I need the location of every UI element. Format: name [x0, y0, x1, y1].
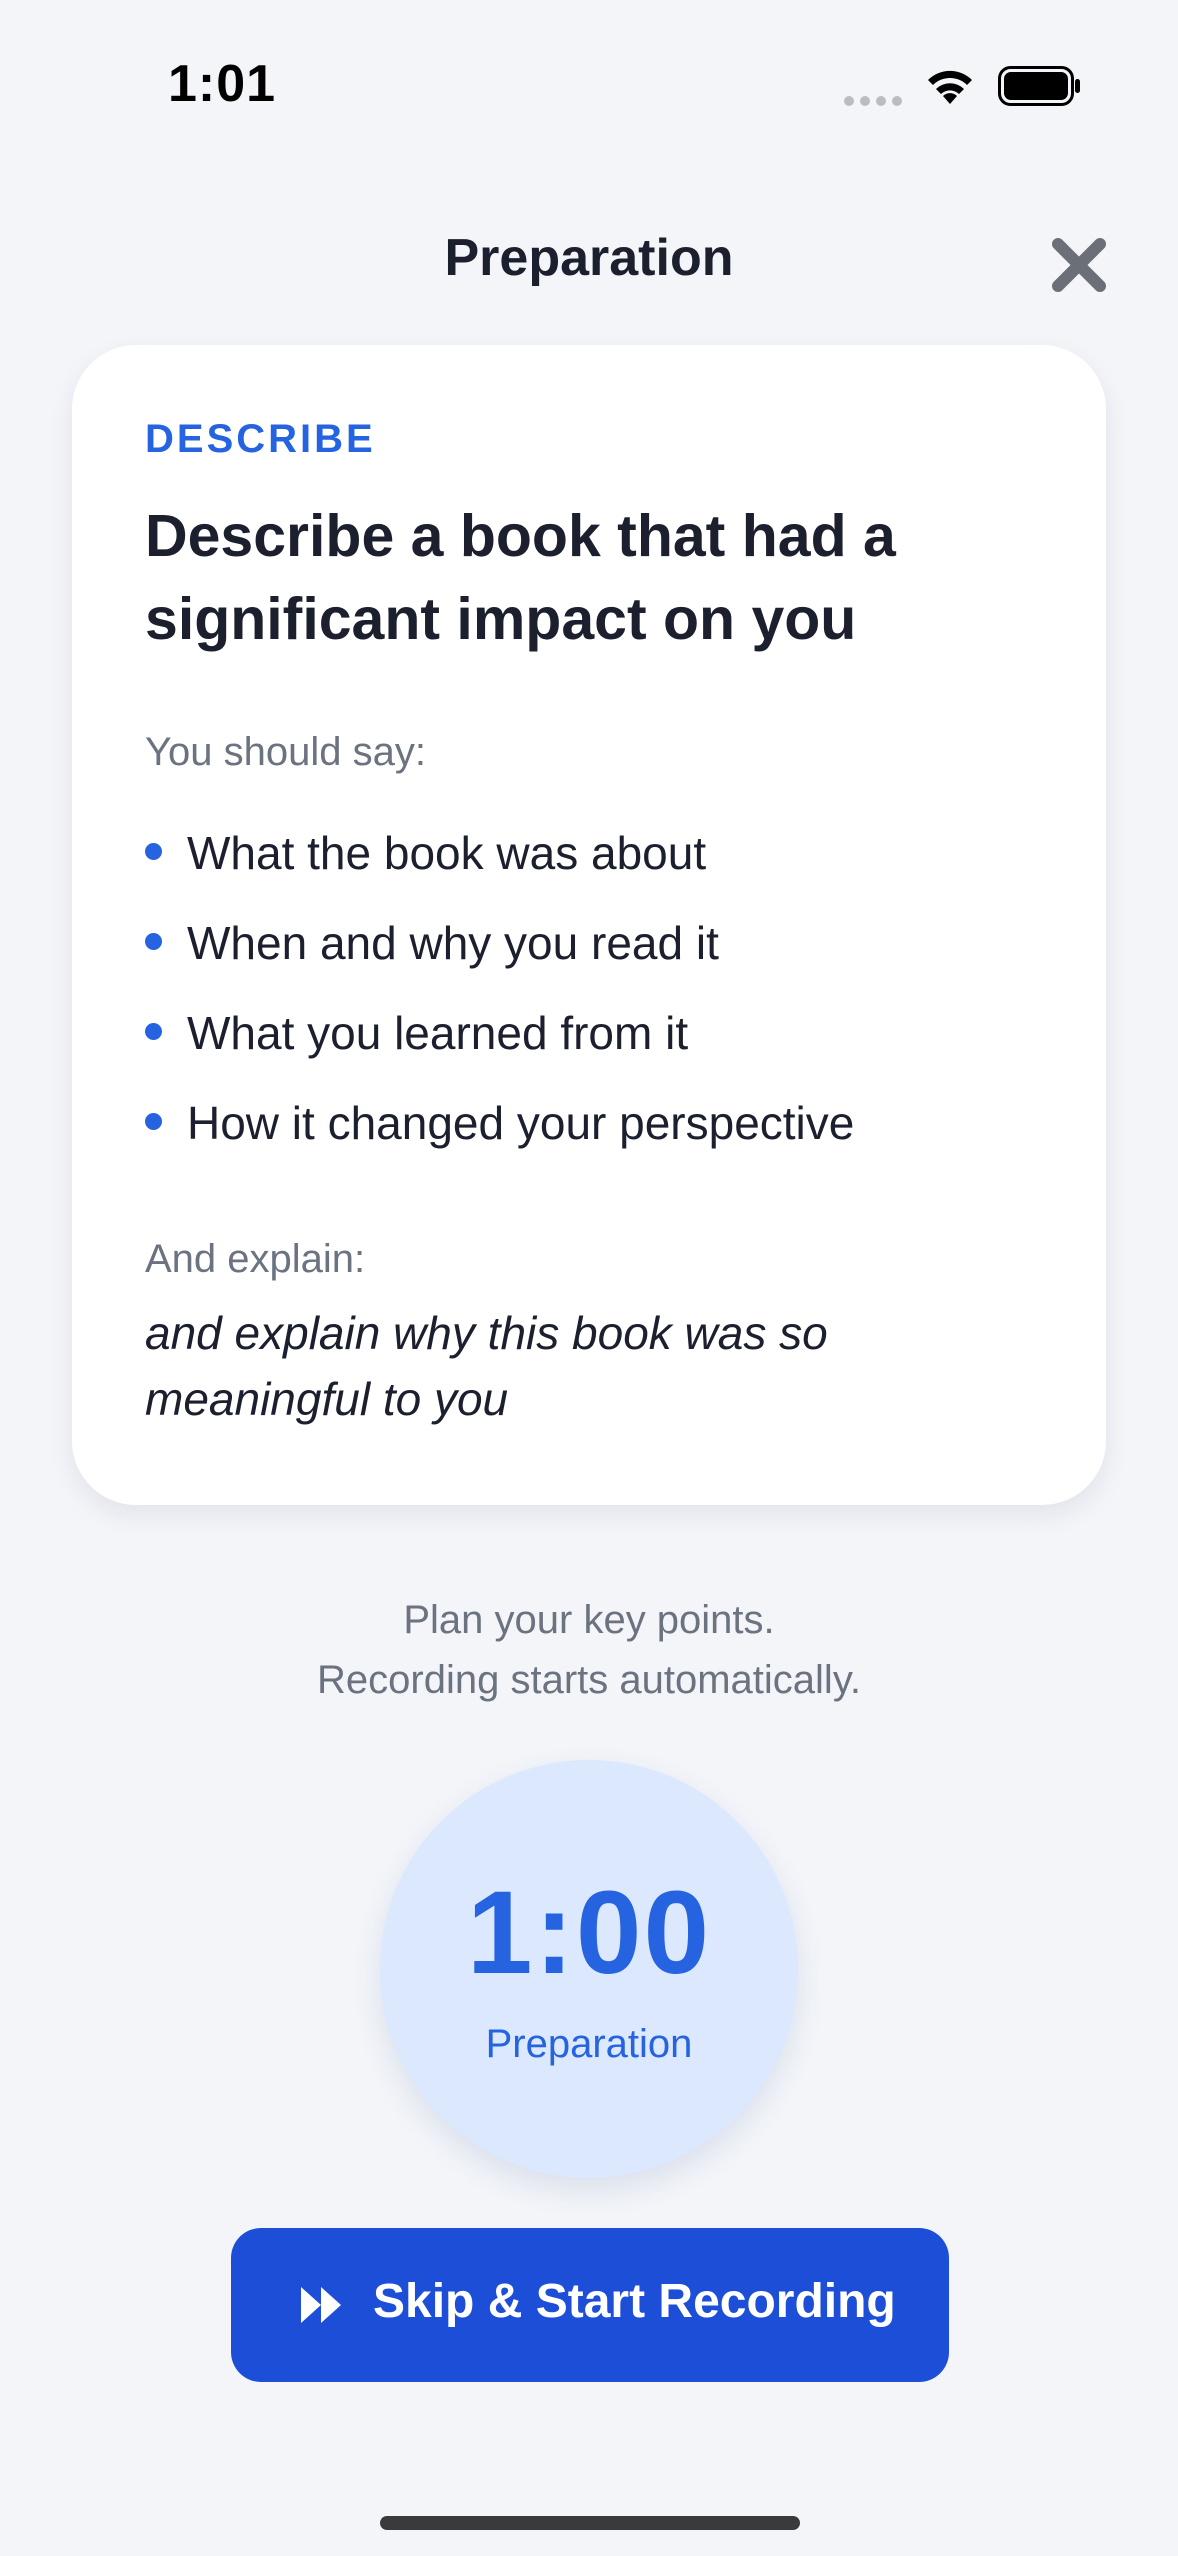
timer-value: 1:00	[466, 1867, 712, 1999]
cue-point-text: What the book was about	[187, 827, 707, 879]
cue-point: What the book was about	[145, 808, 854, 898]
wifi-icon	[928, 70, 972, 104]
cue-point: How it changed your perspective	[145, 1078, 854, 1168]
header: Preparation	[0, 210, 1178, 310]
status-time: 1:01	[168, 55, 277, 113]
should-say-label: You should say:	[145, 730, 426, 774]
cellular-signal-icon	[844, 96, 902, 106]
cue-point-list: What the book was about When and why you…	[145, 808, 854, 1168]
bullet-icon	[145, 1113, 162, 1130]
prompt-card: DESCRIBE Describe a book that had a sign…	[72, 345, 1106, 1505]
skip-button-label: Skip & Start Recording	[373, 2275, 896, 2328]
close-icon	[1052, 238, 1106, 292]
home-indicator[interactable]	[380, 2516, 800, 2530]
skip-start-recording-button[interactable]: Skip & Start Recording	[231, 2228, 949, 2382]
bullet-icon	[145, 843, 162, 860]
instructions-line-1: Plan your key points.	[403, 1598, 775, 1642]
cue-point: What you learned from it	[145, 988, 854, 1078]
cue-point-text: What you learned from it	[187, 1007, 689, 1059]
task-category: DESCRIBE	[145, 417, 376, 461]
cue-point-text: When and why you read it	[187, 917, 719, 969]
cue-point: When and why you read it	[145, 898, 854, 988]
instructions: Plan your key points. Recording starts a…	[0, 1590, 1178, 1710]
explain-text: and explain why this book was so meaning…	[145, 1307, 828, 1425]
close-button[interactable]	[1048, 234, 1110, 296]
page-title: Preparation	[444, 229, 734, 287]
bullet-icon	[145, 933, 162, 950]
battery-icon	[998, 66, 1080, 106]
task-title: Describe a book that had a significant i…	[145, 503, 896, 652]
explain-label: And explain:	[145, 1237, 366, 1281]
status-bar: 1:01	[0, 0, 1178, 150]
preparation-timer: 1:00 Preparation	[380, 1760, 798, 2178]
cue-point-text: How it changed your perspective	[187, 1097, 855, 1149]
timer-label: Preparation	[485, 2022, 693, 2066]
fast-forward-icon	[301, 2287, 341, 2323]
instructions-line-2: Recording starts automatically.	[317, 1658, 861, 1702]
bullet-icon	[145, 1023, 162, 1040]
